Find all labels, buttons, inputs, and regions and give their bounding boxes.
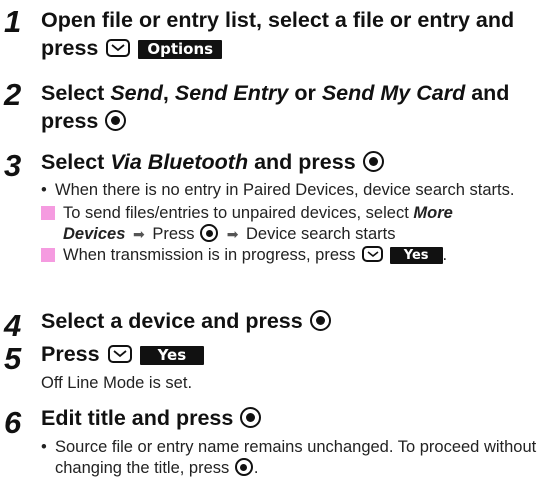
option-send: Send (110, 81, 163, 105)
heading-text: and press (254, 150, 356, 174)
heading-text: or (294, 81, 316, 105)
note-marker (41, 248, 55, 262)
yes-key: Yes (389, 247, 443, 264)
step-heading: Edit title and press (41, 404, 541, 432)
arrow-right-icon: ➡ (226, 226, 239, 242)
note-text: To send files/entries to unpaired device… (63, 204, 409, 222)
center-select-icon (362, 151, 384, 172)
heading-text: and (471, 81, 510, 105)
pink-note: To send files/entries to unpaired device… (41, 203, 541, 245)
heading-text: Press (41, 342, 100, 366)
option-send-entry: Send Entry (174, 81, 289, 105)
arrow-right-icon: ➡ (132, 226, 145, 242)
heading-text: Edit title and press (41, 406, 234, 430)
heading-text: Select (41, 150, 105, 174)
step-heading: Select Via Bluetooth and press (41, 148, 541, 176)
step-body: When there is no entry in Paired Devices… (41, 180, 541, 266)
heading-text: Select a device and press (41, 309, 303, 333)
heading-text: Open file or entry list, select a file o… (41, 8, 515, 32)
step-heading: Press Yes (41, 340, 541, 368)
note-text: Press (152, 225, 195, 243)
step-body: Off Line Mode is set. (41, 374, 193, 392)
note-option: More (413, 204, 453, 222)
center-select-icon (105, 110, 127, 131)
note-text: Device search starts (246, 225, 396, 243)
note-option: Devices (63, 225, 126, 243)
option-via-bluetooth: Via Bluetooth (110, 150, 249, 174)
step-number: 2 (4, 77, 22, 112)
options-key: Options (138, 40, 223, 59)
step-number: 1 (4, 4, 22, 39)
soft-key-icon (106, 39, 131, 57)
step-number: 4 (4, 308, 22, 343)
step-body: Source file or entry name remains unchan… (41, 437, 541, 479)
soft-key-icon (362, 246, 384, 262)
heading-text: press (41, 109, 99, 133)
step-heading: Open file or entry list, select a file o… (41, 6, 541, 62)
center-select-icon (309, 310, 331, 331)
heading-text: press (41, 36, 99, 60)
bullet-note: Source file or entry name remains unchan… (41, 437, 541, 479)
step-heading: Select a device and press (41, 307, 541, 335)
bullet-note: When there is no entry in Paired Devices… (41, 180, 541, 201)
heading-text: Select (41, 81, 105, 105)
yes-key: Yes (139, 346, 205, 365)
step-number: 6 (4, 405, 22, 440)
center-select-icon (240, 407, 262, 428)
bullet-text: Source file or entry name remains unchan… (55, 438, 537, 477)
note-marker (41, 206, 55, 220)
pink-note: When transmission is in progress, press … (41, 245, 541, 266)
center-select-icon (200, 224, 219, 242)
step-number: 3 (4, 148, 22, 183)
option-send-my-card: Send My Card (321, 81, 466, 105)
step-number: 5 (4, 341, 22, 376)
soft-key-icon (107, 345, 132, 363)
center-select-icon (234, 458, 253, 476)
note-text: When transmission is in progress, press (63, 246, 356, 264)
step-heading: Select Send, Send Entry or Send My Card … (41, 81, 510, 133)
